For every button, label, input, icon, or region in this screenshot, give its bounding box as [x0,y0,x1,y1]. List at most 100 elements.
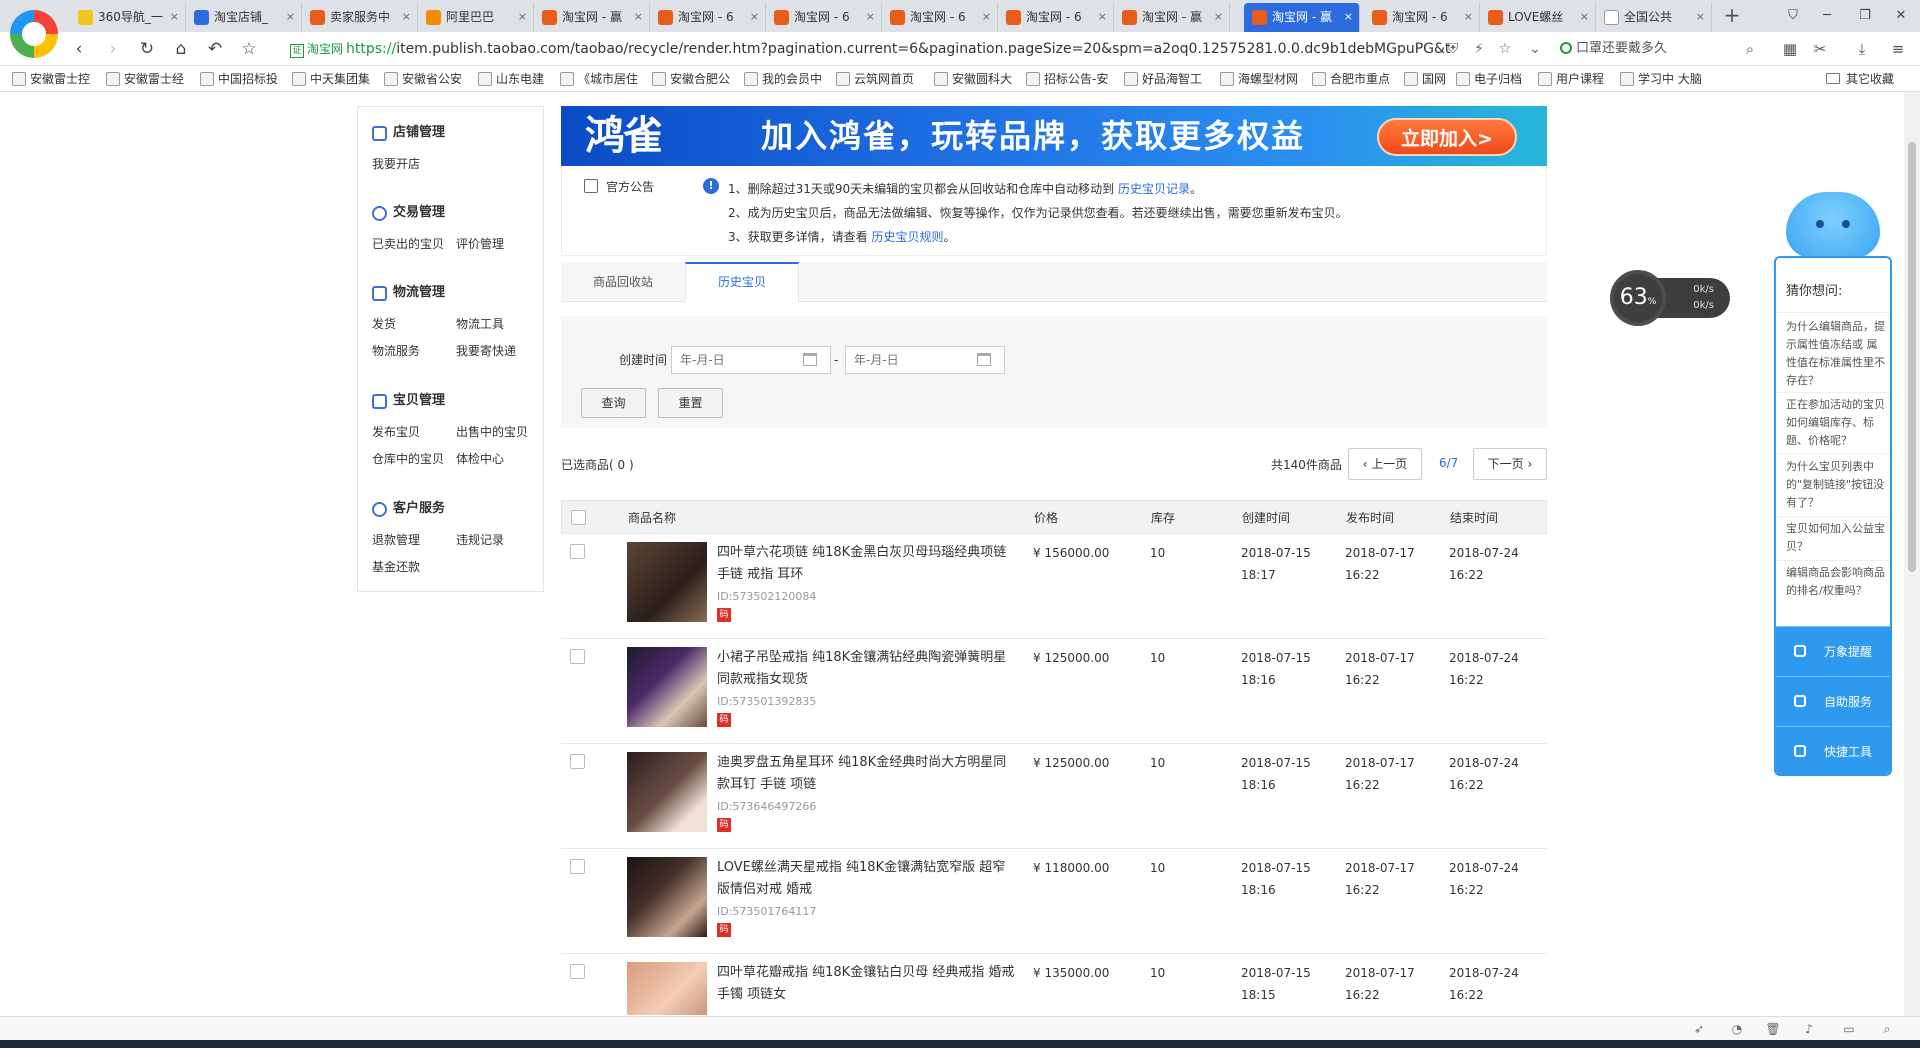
page-scrollbar[interactable] [1904,92,1920,1016]
browser-tab[interactable]: 淘宝网 - 6 × [998,3,1114,32]
product-thumbnail[interactable] [627,542,707,622]
bookmark-item[interactable]: 用户课程 [1538,70,1604,88]
apps-grid-icon[interactable]: ▦ [1778,37,1802,61]
shirt-skin-icon[interactable]: ⛉ [1776,3,1810,29]
browser-tab[interactable]: 淘宝网 - 6 × [766,3,882,32]
sidebar-link[interactable]: 仓库中的宝贝 [372,446,456,473]
sidebar-link[interactable]: 体检中心 [456,446,540,473]
bookmark-item[interactable]: 海螺型材网 [1220,70,1298,88]
history-rules-link[interactable]: 历史宝贝规则 [871,230,943,244]
tab-close-icon[interactable]: × [170,3,179,31]
sidebar-link[interactable]: 评价管理 [456,231,540,258]
home-icon[interactable]: ⌂ [168,36,194,62]
favorite-star-icon[interactable]: ☆ [236,36,262,62]
bookmark-item[interactable]: 山东电建 [478,70,544,88]
lightning-icon[interactable]: ⚡ [1468,37,1490,61]
product-thumbnail[interactable] [627,647,707,727]
sidebar-link[interactable]: 基金还款 [372,554,456,581]
select-all-checkbox[interactable] [571,510,586,525]
tab-history-items[interactable]: 历史宝贝 [685,262,799,303]
menu-icon[interactable]: ≡ [1886,37,1910,61]
browser-tab[interactable]: 淘宝网 - 6 × [882,3,998,32]
product-thumbnail[interactable] [627,962,707,1015]
search-box[interactable]: 口罩还要戴多久 [1560,37,1760,61]
quick-tools-button[interactable]: 快捷工具 [1776,726,1890,774]
address-bar[interactable]: 证淘宝网 https://item.publish.taobao.com/tao… [282,37,1452,61]
bookmark-item[interactable]: 安徽雷士控 [12,70,90,88]
back-icon[interactable]: ‹ [66,36,92,62]
bookmark-item[interactable]: 中天集团集 [292,70,370,88]
calendar-icon[interactable] [803,353,817,366]
tab-close-icon[interactable]: × [634,3,643,31]
query-button[interactable]: 查询 [581,388,646,418]
chevron-down-icon[interactable]: ⌄ [1524,37,1546,61]
other-bookmarks[interactable]: 其它收藏 [1826,70,1894,88]
new-tab-icon[interactable]: + [1720,3,1744,29]
alert-button[interactable]: 万象提醒 [1776,626,1890,676]
bookmark-item[interactable]: 好品海智工 [1124,70,1202,88]
product-name[interactable]: LOVE螺丝满天星戒指 纯18K金镶满钻宽窄版 超窄版情侣对戒 婚戒 [717,857,1017,901]
calendar-icon[interactable] [977,353,991,366]
bookmark-item[interactable]: 安徽圆科大 [934,70,1012,88]
bookmark-item[interactable]: 安徽合肥公 [652,70,730,88]
sidebar-link[interactable]: 物流服务 [372,338,456,365]
bookmark-item[interactable]: 招标公告-安 [1026,70,1108,88]
browser-tab-active[interactable]: 淘宝网 - 赢 × [1244,3,1360,32]
product-thumbnail[interactable] [627,857,707,937]
browser-tab[interactable]: 淘宝网 - 赢 × [534,3,650,32]
sidebar-link[interactable]: 我要开店 [372,151,456,178]
search-icon[interactable]: ⌕ [1738,37,1762,61]
tab-close-icon[interactable]: × [750,3,759,31]
browser-tab[interactable]: 卖家服务中 × [302,3,418,32]
self-service-button[interactable]: 自助服务 [1776,676,1890,726]
product-name[interactable]: 四叶草六花项链 纯18K金黑白灰贝母玛瑙经典项链 手链 戒指 耳环 [717,542,1017,586]
browser-tab[interactable]: 淘宝店铺_ × [186,3,302,32]
tab-close-icon[interactable]: × [982,3,991,31]
network-speed-widget[interactable]: 0k/s 0k/s 63% [1610,270,1730,326]
window-icon[interactable]: ▭ [1840,1021,1858,1037]
browser-tab[interactable]: 阿里巴巴 × [418,3,534,32]
browser-tab[interactable]: 淘宝网 - 6 × [650,3,766,32]
bookmark-item[interactable]: 学习中 大脑 [1620,70,1702,88]
volume-icon[interactable]: ♪ [1800,1021,1818,1037]
bookmark-item[interactable]: 我的会员中 [744,70,822,88]
trash-icon[interactable]: 🗑 [1764,1021,1782,1037]
tab-close-icon[interactable]: × [1214,3,1223,31]
tab-close-icon[interactable]: × [1344,3,1353,31]
sidebar-link[interactable]: 我要寄快递 [456,338,540,365]
history-records-link[interactable]: 历史宝贝记录 [1118,182,1190,196]
row-checkbox[interactable] [570,964,585,979]
faq-question[interactable]: 为什么编辑商品，提示属性值冻结或 属性值在标准属性里不存在？ [1786,318,1886,390]
undo-close-icon[interactable]: ↶ [202,36,228,62]
forward-icon[interactable]: › [100,36,126,62]
bookmark-star-icon[interactable]: ☆ [1494,37,1516,61]
tab-close-icon[interactable]: × [1464,3,1473,31]
bookmark-item[interactable]: 安徽省公安 [384,70,462,88]
promo-banner[interactable]: 鸿雀 加入鸿雀，玩转品牌，获取更多权益 立即加入> [561,106,1547,166]
prev-page-button[interactable]: ‹ 上一页 [1348,448,1422,480]
join-now-button[interactable]: 立即加入> [1377,118,1517,156]
zoom-icon[interactable]: ⌕ [1878,1021,1896,1037]
row-checkbox[interactable] [570,649,585,664]
row-checkbox[interactable] [570,754,585,769]
browser-tab[interactable]: 淘宝网 - 赢 × [1114,3,1230,32]
bookmark-item[interactable]: 电子归档 [1456,70,1522,88]
tab-close-icon[interactable]: × [1696,3,1705,31]
scissors-icon[interactable]: ✂ [1808,37,1832,61]
browser-tab[interactable]: 全国公共 × [1596,3,1712,32]
product-name[interactable]: 小裙子吊坠戒指 纯18K金镶满钻经典陶瓷弹簧明星同款戒指女现货 [717,647,1017,691]
browser-tab[interactable]: 淘宝网 - 6 × [1364,3,1480,32]
faq-question[interactable]: 正在参加活动的宝贝如何编辑库存、标题、价格呢？ [1786,396,1886,450]
reset-button[interactable]: 重置 [658,388,723,418]
sidebar-link[interactable]: 发布宝贝 [372,419,456,446]
bookmark-item[interactable]: 中国招标投 [200,70,278,88]
speed-icon[interactable]: ◔ [1728,1021,1746,1037]
bookmark-item[interactable]: 合肥市重点 [1312,70,1390,88]
row-checkbox[interactable] [570,544,585,559]
download-icon[interactable]: ⤓ [1850,37,1874,61]
sidebar-link[interactable]: 发货 [372,311,456,338]
sidebar-link[interactable]: 已卖出的宝贝 [372,231,456,258]
scrollbar-thumb[interactable] [1908,142,1916,572]
reload-icon[interactable]: ↻ [134,36,160,62]
sidebar-link[interactable]: 退款管理 [372,527,456,554]
